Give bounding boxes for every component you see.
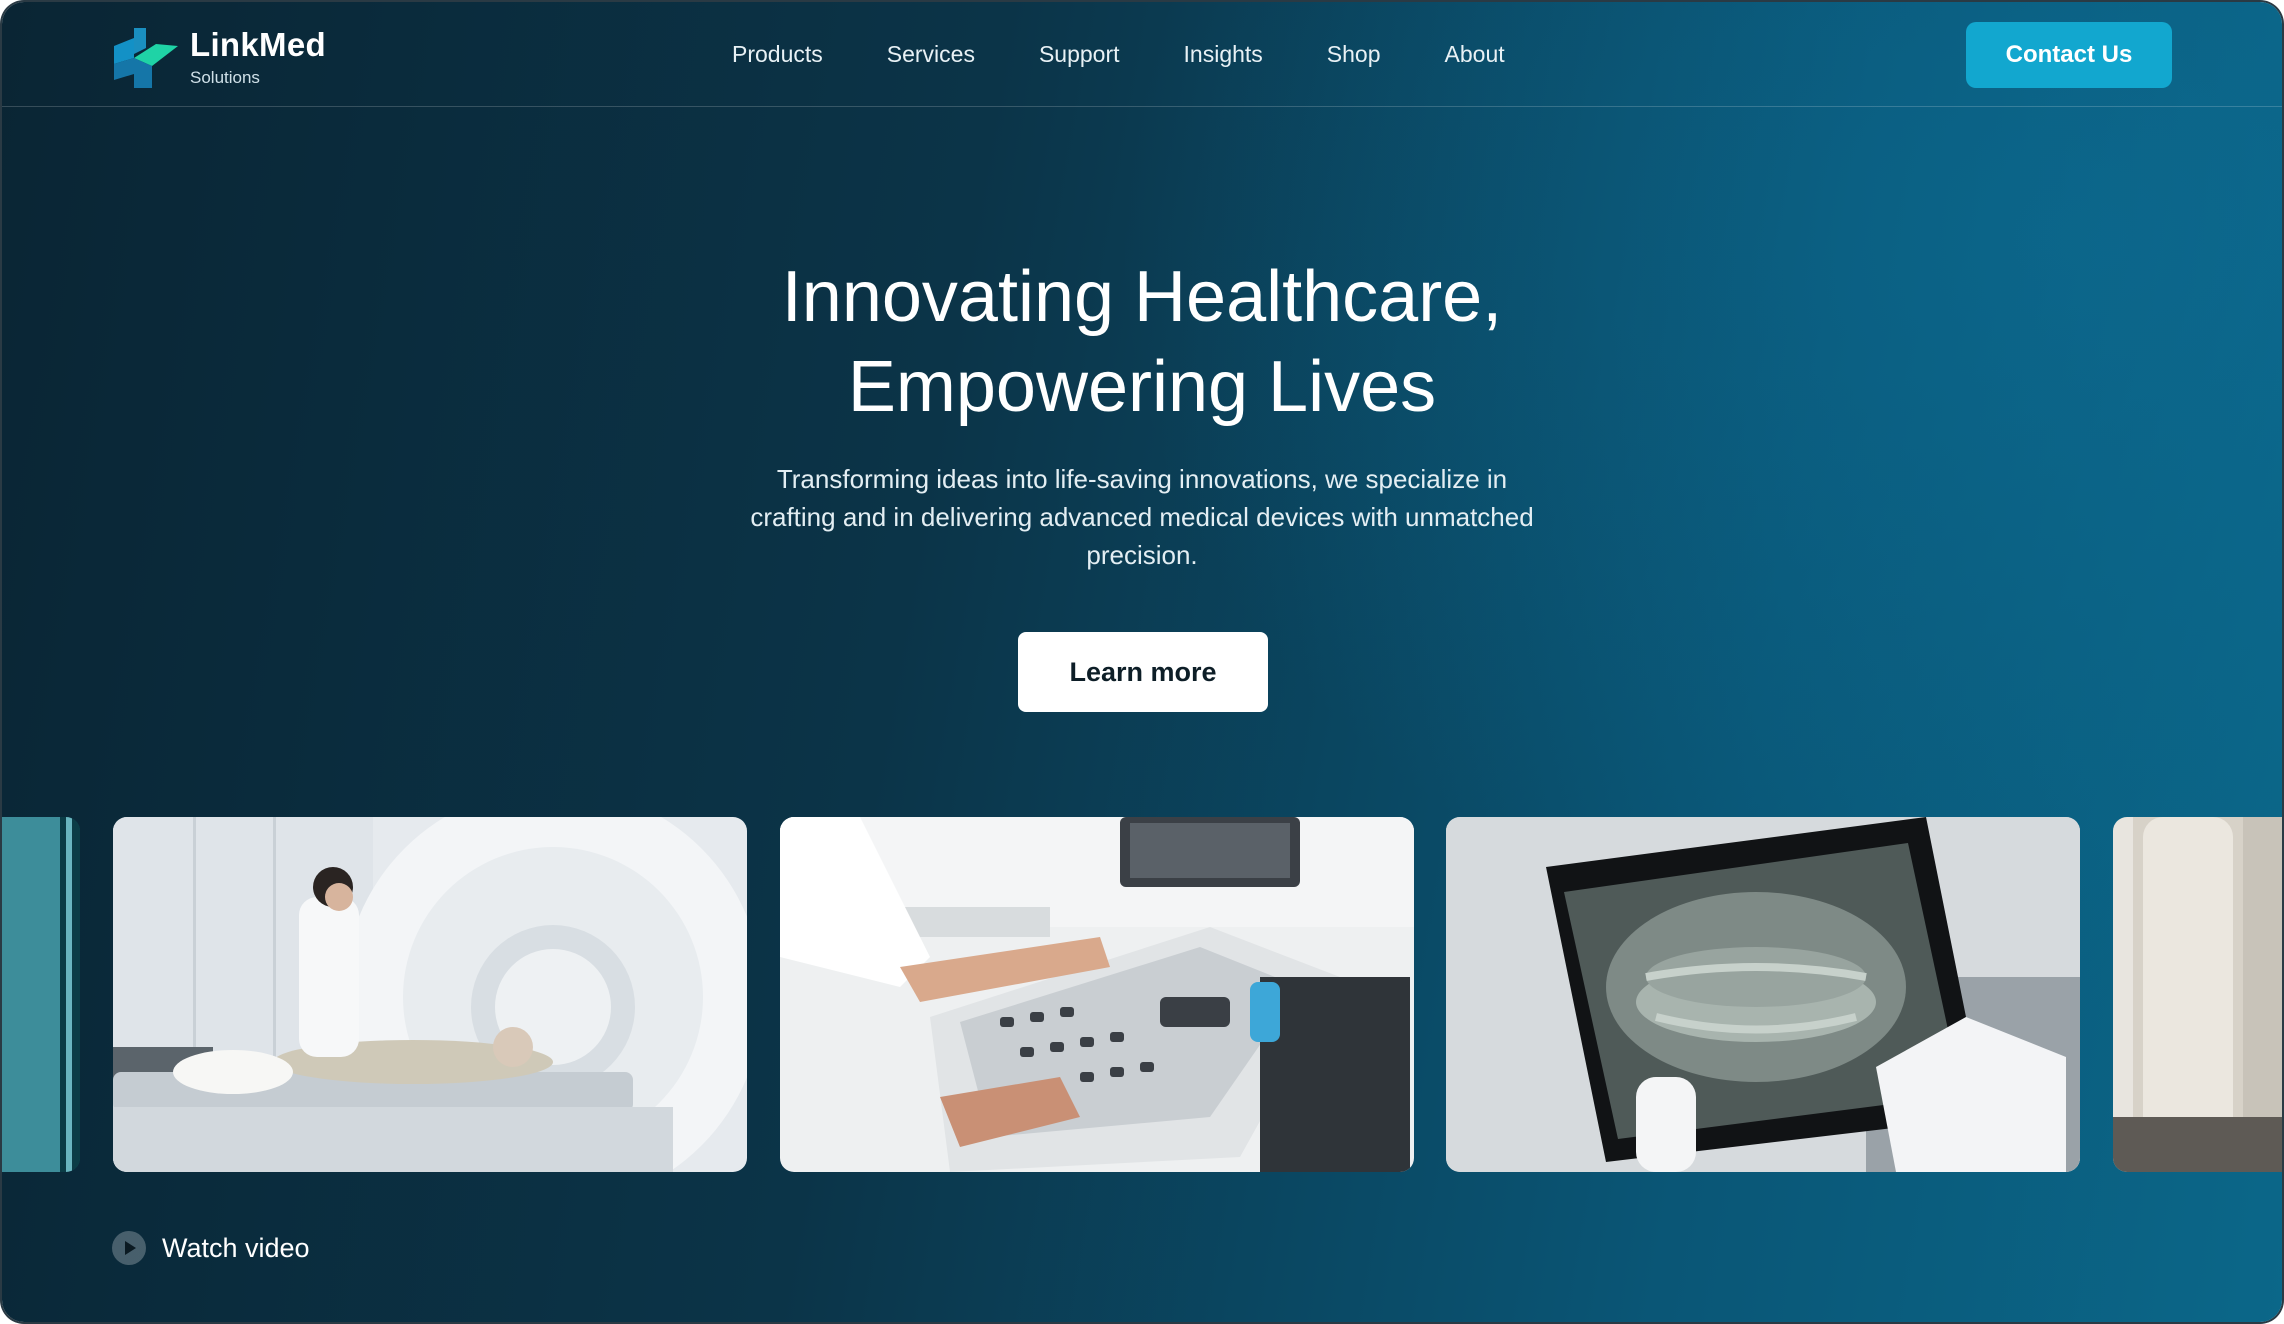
main-nav: Products Services Support Insights Shop … bbox=[732, 32, 1569, 76]
dental-xray-tablet-photo bbox=[1446, 817, 2080, 1172]
nav-item-about[interactable]: About bbox=[1445, 32, 1505, 76]
gallery-card-partial-right[interactable] bbox=[2113, 817, 2282, 1172]
image-gallery bbox=[2, 817, 2282, 1173]
brand-name: LinkMed bbox=[190, 26, 326, 63]
play-icon[interactable] bbox=[112, 1231, 146, 1265]
landing-page: LinkMed Solutions Products Services Supp… bbox=[2, 2, 2282, 1322]
hero-title-line-2: Empowering Lives bbox=[847, 347, 1437, 427]
hero-title-line-1: Innovating Healthcare, bbox=[781, 257, 1503, 337]
nav-item-shop[interactable]: Shop bbox=[1327, 32, 1381, 76]
nav-item-products[interactable]: Products bbox=[732, 32, 823, 76]
ultrasound-console-photo bbox=[780, 817, 1414, 1172]
nav-item-services[interactable]: Services bbox=[887, 32, 975, 76]
learn-more-button[interactable]: Learn more bbox=[1018, 632, 1268, 712]
gallery-card-mri[interactable] bbox=[113, 817, 747, 1172]
partial-image-left bbox=[2, 817, 80, 1172]
brand-tagline: Solutions bbox=[190, 68, 260, 87]
partial-image-right bbox=[2113, 817, 2282, 1172]
gallery-card-ultrasound[interactable] bbox=[780, 817, 1414, 1172]
nav-item-insights[interactable]: Insights bbox=[1184, 32, 1263, 76]
logo-mark-icon bbox=[114, 28, 178, 88]
hero-description: Transforming ideas into life-saving inno… bbox=[750, 464, 1534, 570]
hero-title: Innovating Healthcare, Empowering Lives bbox=[642, 252, 1642, 432]
mri-scanner-photo bbox=[113, 817, 747, 1172]
contact-us-button[interactable]: Contact Us bbox=[1966, 22, 2172, 88]
gallery-card-xray[interactable] bbox=[1446, 817, 2080, 1172]
watch-video-link[interactable]: Watch video bbox=[112, 1228, 310, 1268]
gallery-card-partial-left[interactable] bbox=[2, 817, 80, 1172]
watch-video-label: Watch video bbox=[162, 1232, 310, 1263]
brand-logo[interactable]: LinkMed Solutions bbox=[112, 24, 352, 88]
nav-item-support[interactable]: Support bbox=[1039, 32, 1120, 76]
site-header: LinkMed Solutions Products Services Supp… bbox=[2, 2, 2282, 107]
